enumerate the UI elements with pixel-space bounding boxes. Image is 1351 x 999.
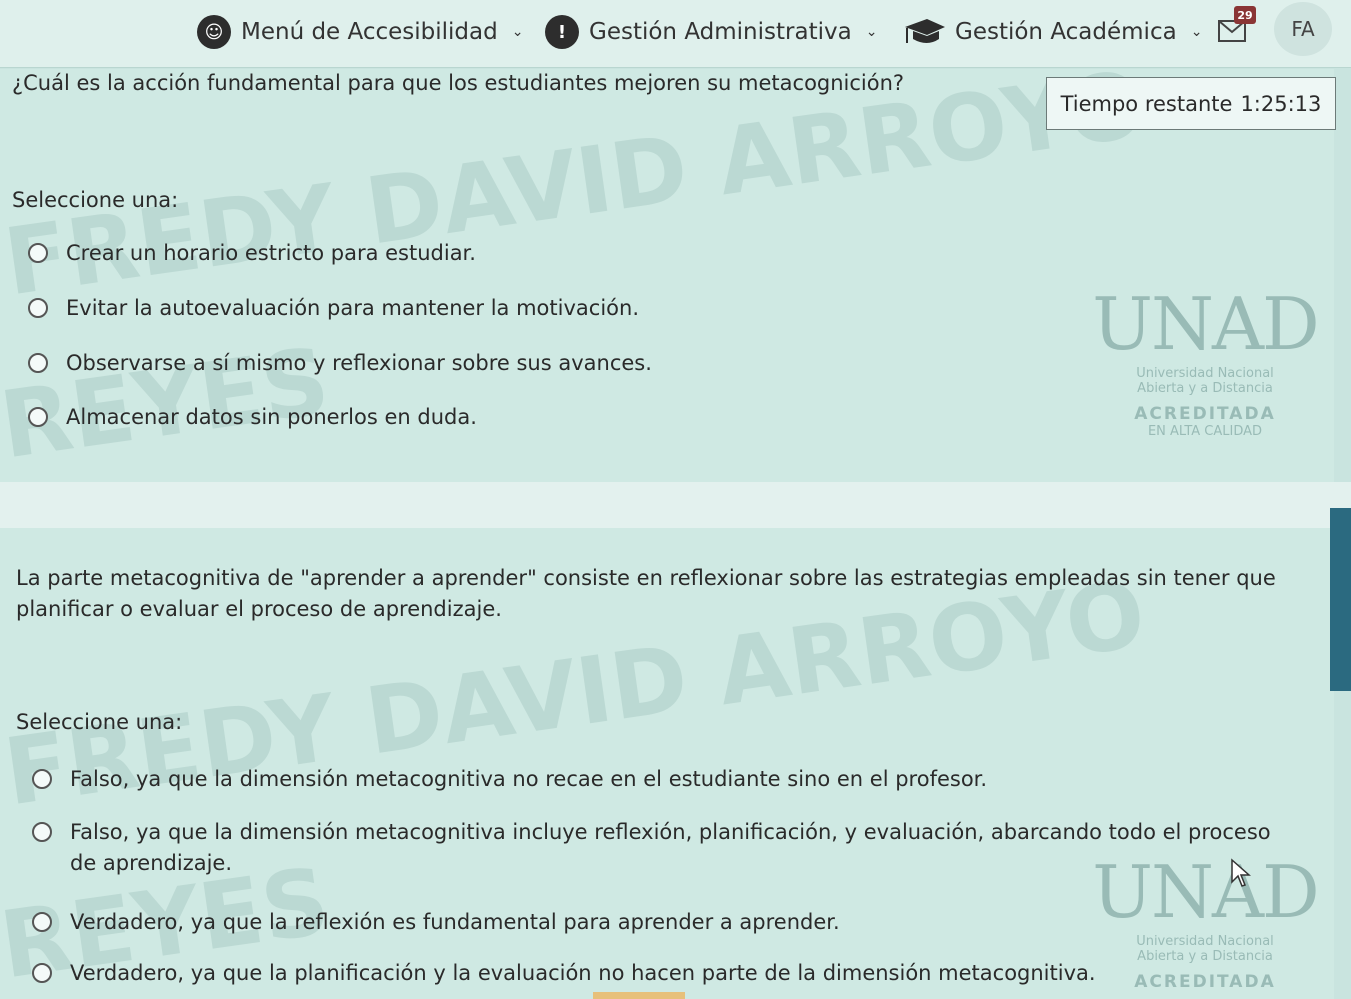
graduation-cap-icon — [905, 19, 945, 43]
notification-badge: 29 — [1234, 6, 1256, 24]
radio-button[interactable] — [32, 822, 52, 842]
bottom-highlight-strip — [593, 992, 685, 999]
chevron-down-icon: ⌄ — [1190, 24, 1203, 40]
radio-button[interactable] — [32, 912, 52, 932]
radio-button[interactable] — [32, 963, 52, 983]
q2-option-1-label: Falso, ya que la dimensión metacognitiva… — [70, 767, 988, 791]
academic-menu-label: Gestión Académica — [955, 19, 1177, 45]
question-separator — [0, 482, 1351, 528]
chevron-down-icon: ⌄ — [511, 24, 524, 40]
q2-option-3-label: Verdadero, ya que la reflexión es fundam… — [70, 910, 840, 934]
radio-button[interactable] — [28, 407, 48, 427]
time-remaining-box: Tiempo restante 1:25:13 — [1046, 77, 1336, 130]
question-1-text: ¿Cuál es la acción fundamental para que … — [12, 71, 905, 95]
q2-option-2-label: Falso, ya que la dimensión metacognitiva… — [70, 820, 1271, 875]
time-remaining-value: 1:25:13 — [1240, 91, 1322, 116]
q1-option-4-label: Almacenar datos sin ponerlos en duda. — [66, 405, 477, 429]
question-2-select-label: Seleccione una: — [16, 710, 183, 734]
question-2-text-line2: planificar o evaluar el proceso de apren… — [16, 597, 502, 621]
mouse-cursor-icon — [1231, 858, 1251, 887]
admin-menu[interactable]: ! Gestión Administrativa ⌄ — [545, 12, 877, 52]
radio-button[interactable] — [28, 298, 48, 318]
q2-option-2[interactable]: Falso, ya que la dimensión metacognitiva… — [32, 817, 1292, 879]
accessibility-icon: ☺ — [197, 15, 231, 49]
q1-option-2-label: Evitar la autoevaluación para mantener l… — [66, 296, 639, 320]
q1-option-3[interactable]: Observarse a sí mismo y reflexionar sobr… — [28, 348, 652, 379]
accessibility-menu-label: Menú de Accesibilidad — [241, 19, 498, 45]
academic-menu[interactable]: Gestión Académica ⌄ — [903, 12, 1202, 52]
q1-option-4[interactable]: Almacenar datos sin ponerlos en duda. — [28, 402, 477, 433]
q2-option-4-label: Verdadero, ya que la planificación y la … — [70, 961, 1096, 985]
q2-option-3[interactable]: Verdadero, ya que la reflexión es fundam… — [32, 907, 1292, 938]
radio-button[interactable] — [28, 243, 48, 263]
top-navigation-bar: ☺ Menú de Accesibilidad ⌄ ! Gestión Admi… — [0, 0, 1351, 68]
admin-menu-label: Gestión Administrativa — [589, 19, 852, 45]
messages-button[interactable]: 29 — [1218, 6, 1258, 46]
q2-option-4[interactable]: Verdadero, ya que la planificación y la … — [32, 958, 1292, 989]
q1-option-1[interactable]: Crear un horario estricto para estudiar. — [28, 238, 476, 269]
user-avatar[interactable]: FA — [1274, 2, 1332, 56]
side-panel-tab[interactable] — [1330, 508, 1351, 691]
q2-option-1[interactable]: Falso, ya que la dimensión metacognitiva… — [32, 764, 1292, 795]
q1-option-3-label: Observarse a sí mismo y reflexionar sobr… — [66, 351, 652, 375]
radio-button[interactable] — [32, 769, 52, 789]
alert-icon: ! — [545, 15, 579, 49]
accessibility-menu[interactable]: ☺ Menú de Accesibilidad ⌄ — [197, 12, 523, 52]
q1-option-1-label: Crear un horario estricto para estudiar. — [66, 241, 476, 265]
question-1-select-label: Seleccione una: — [12, 188, 179, 212]
q1-option-2[interactable]: Evitar la autoevaluación para mantener l… — [28, 293, 639, 324]
chevron-down-icon: ⌄ — [865, 24, 878, 40]
question-2-text-line1: La parte metacognitiva de "aprender a ap… — [16, 566, 1276, 590]
radio-button[interactable] — [28, 353, 48, 373]
time-remaining-label: Tiempo restante — [1060, 91, 1233, 116]
